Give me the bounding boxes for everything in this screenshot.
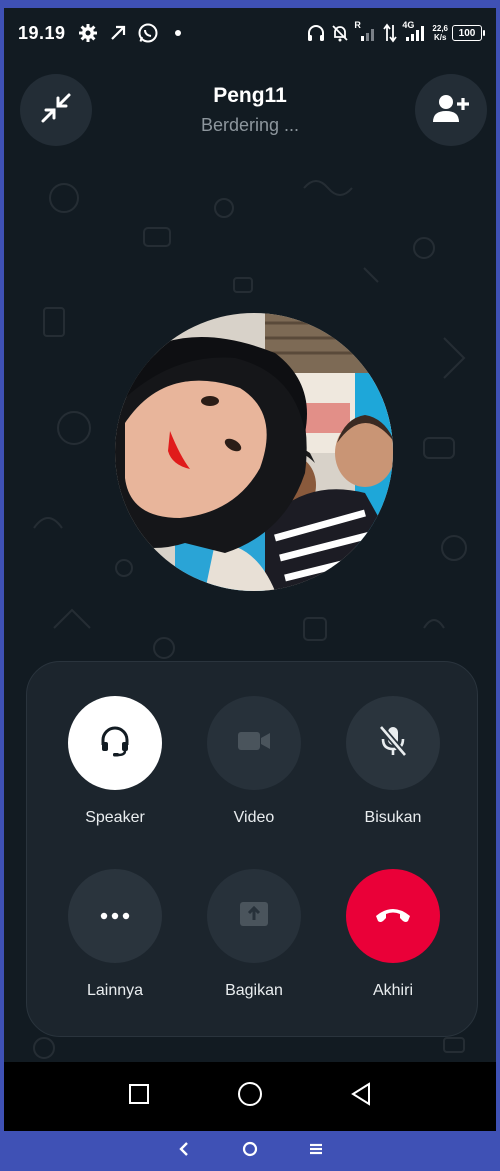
- caller-avatar: [115, 313, 393, 591]
- status-time: 19.19: [18, 22, 66, 43]
- emulator-back-button[interactable]: [170, 1137, 198, 1165]
- mute-button[interactable]: [346, 696, 440, 790]
- headphones-icon: [306, 22, 326, 44]
- battery-icon: 100: [452, 22, 485, 44]
- speaker-label: Speaker: [85, 809, 145, 826]
- back-button[interactable]: [341, 1077, 381, 1117]
- net-speed-unit: K/s: [433, 33, 447, 42]
- mute-label: Bisukan: [364, 809, 422, 826]
- end-call-button[interactable]: [346, 869, 440, 963]
- menu-lines-icon: [308, 1142, 324, 1161]
- end-call-icon: [374, 905, 412, 928]
- status-bar: 19.19 R 4G 22,6 K/s 100: [4, 8, 496, 58]
- recents-button[interactable]: [119, 1077, 159, 1117]
- emulator-menu-button[interactable]: [302, 1137, 330, 1165]
- phone-screen: 19.19 R 4G 22,6 K/s 100 Peng11 Berdering…: [4, 8, 496, 1131]
- control-end: Akhiri: [323, 869, 463, 1000]
- net-speed: 22,6 K/s: [432, 22, 448, 44]
- whatsapp-icon: [136, 21, 160, 45]
- network-type: 4G: [402, 20, 415, 30]
- home-ring-icon: [241, 1140, 259, 1163]
- back-triangle-icon: [349, 1081, 373, 1112]
- no-bell-icon: [330, 22, 350, 44]
- control-mute: Bisukan: [323, 696, 463, 827]
- video-camera-icon: [236, 728, 272, 759]
- recents-square-icon: [127, 1082, 151, 1111]
- control-share: Bagikan: [184, 869, 324, 1000]
- signal-r-icon: R: [354, 20, 378, 44]
- more-label: Lainnya: [86, 982, 144, 999]
- battery-level: 100: [452, 25, 485, 41]
- control-more: Lainnya: [45, 869, 185, 1000]
- system-nav-bar: [4, 1062, 496, 1131]
- data-arrows-icon: [382, 22, 398, 44]
- gear-icon: [76, 21, 100, 45]
- more-button[interactable]: [68, 869, 162, 963]
- share-label: Bagikan: [225, 982, 283, 999]
- home-button[interactable]: [230, 1077, 270, 1117]
- more-dots-icon: [100, 907, 130, 925]
- outer-frame-top: [0, 0, 500, 8]
- dot-icon: [166, 21, 190, 45]
- signal-r-label: R: [354, 20, 361, 30]
- caller-name: Peng11: [213, 84, 287, 107]
- call-status: Berdering ...: [200, 115, 300, 135]
- mic-off-icon: [377, 724, 409, 763]
- share-button[interactable]: [207, 869, 301, 963]
- end-call-label: Akhiri: [372, 982, 413, 999]
- control-video: Video: [184, 696, 324, 827]
- back-chevron-icon: [177, 1141, 191, 1162]
- home-circle-icon: [236, 1080, 264, 1113]
- video-button[interactable]: [207, 696, 301, 790]
- arrow-up-right-icon: [106, 21, 130, 45]
- call-controls-panel: Speaker Video Bisukan Lainnya Bagikan Ak…: [26, 661, 478, 1037]
- video-label: Video: [233, 809, 275, 826]
- net-speed-value: 22,6: [432, 24, 448, 33]
- headset-icon: [98, 724, 132, 763]
- control-speaker: Speaker: [45, 696, 185, 827]
- speaker-button[interactable]: [68, 696, 162, 790]
- share-screen-icon: [238, 900, 270, 933]
- emulator-nav-bar: [0, 1131, 500, 1171]
- signal-4g-icon: 4G: [402, 20, 428, 44]
- emulator-home-button[interactable]: [236, 1137, 264, 1165]
- status-right-group: R 4G 22,6 K/s 100: [306, 20, 485, 44]
